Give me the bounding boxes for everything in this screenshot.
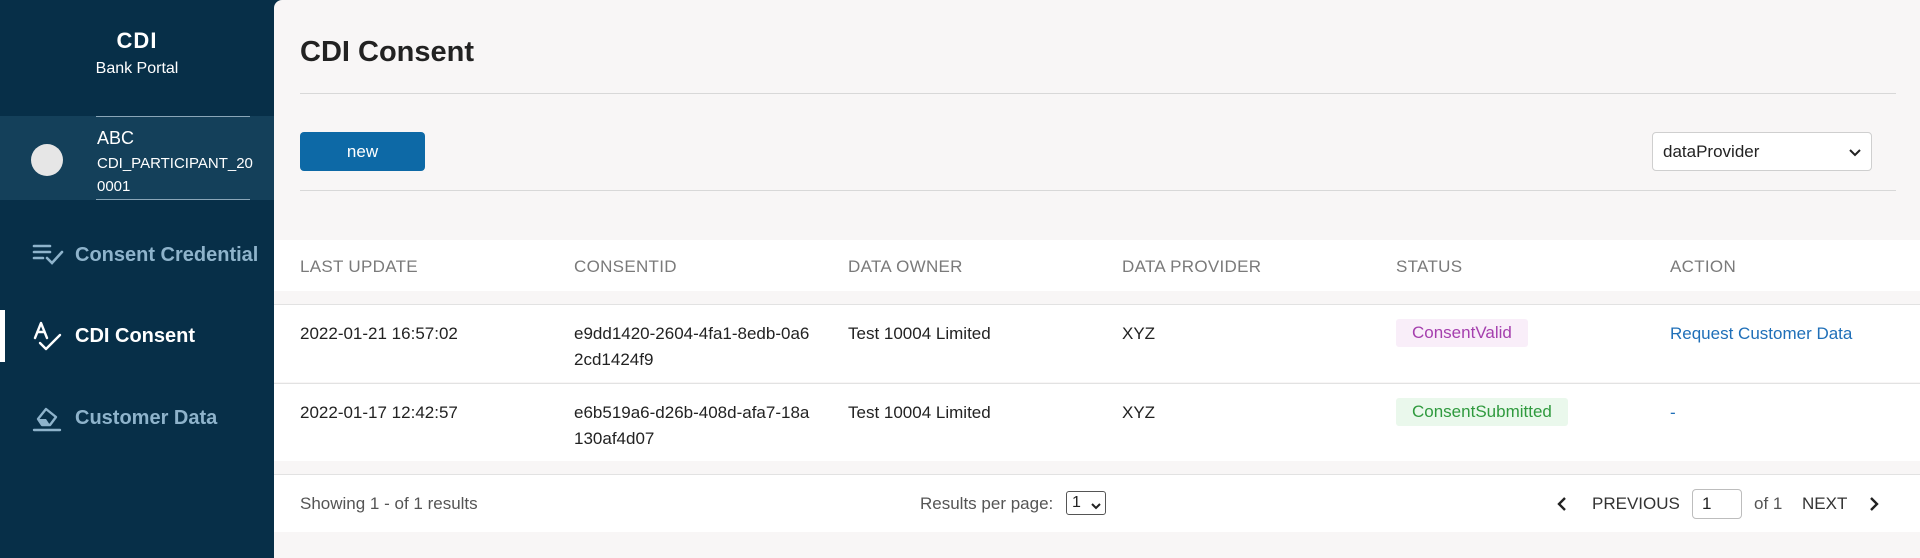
brand-subtitle: Bank Portal <box>95 60 179 77</box>
list-check-icon <box>32 240 64 270</box>
user-name: ABC <box>97 128 135 148</box>
column-header-last-update[interactable]: LAST UPDATE <box>300 257 418 277</box>
page-number-input[interactable]: 1 <box>1692 489 1742 519</box>
results-per-page-select[interactable]: 1 <box>1066 491 1106 515</box>
data-provider-select-value: dataProvider <box>1663 141 1760 161</box>
data-provider-cell: XYZ <box>1122 324 1156 343</box>
active-indicator <box>0 310 5 362</box>
results-summary: Showing 1 - of 1 results <box>300 494 478 513</box>
previous-page-button[interactable]: PREVIOUS <box>1592 494 1680 514</box>
eraser-icon <box>32 403 64 433</box>
column-header-data-owner[interactable]: DATA OWNER <box>848 257 963 277</box>
data-provider-cell: XYZ <box>1122 403 1156 422</box>
brand-title: CDI <box>116 28 158 53</box>
consent-id-cell: e9dd1420-2604-4fa1-8edb-0a62cd1424f9 <box>574 324 810 369</box>
results-per-page-label: Results per page: <box>920 494 1054 513</box>
brand: CDI Bank Portal <box>0 26 274 80</box>
page-title: CDI Consent <box>300 36 474 68</box>
text-check-icon <box>32 321 64 351</box>
chevron-down-icon <box>1847 144 1863 160</box>
status-badge: ConsentSubmitted <box>1396 398 1568 426</box>
sidebar-item-customer-data[interactable]: Customer Data <box>0 390 274 446</box>
next-page-button[interactable]: NEXT <box>1802 494 1847 514</box>
table-row: 2022-01-17 12:42:57 e6b519a6-d26b-408d-a… <box>274 383 1920 461</box>
sidebar-item-label: Customer Data <box>75 407 218 429</box>
chevron-right-icon[interactable] <box>1866 495 1882 513</box>
divider <box>300 190 1896 191</box>
divider <box>300 93 1896 94</box>
sidebar-item-label: Consent Credential <box>75 244 259 266</box>
chevron-left-icon[interactable] <box>1554 495 1570 513</box>
main-content: CDI Consent new dataProvider LAST UPDATE… <box>274 0 1920 558</box>
data-owner-cell: Test 10004 Limited <box>848 403 991 422</box>
participant-id: CDI_PARTICIPANT_200001 <box>97 155 253 195</box>
avatar <box>31 144 63 176</box>
last-update-cell: 2022-01-21 16:57:02 <box>300 324 458 343</box>
chevron-down-icon <box>1090 497 1102 510</box>
divider <box>96 199 250 200</box>
action-cell[interactable]: - <box>1670 400 1676 426</box>
results-per-page-value: 1 <box>1072 494 1081 511</box>
column-header-data-provider[interactable]: DATA PROVIDER <box>1122 257 1261 277</box>
data-owner-cell: Test 10004 Limited <box>848 324 991 343</box>
data-provider-select[interactable]: dataProvider <box>1652 132 1872 171</box>
status-badge: ConsentValid <box>1396 319 1528 347</box>
sidebar: CDI Bank Portal ABC CDI_PARTICIPANT_2000… <box>0 0 274 558</box>
sidebar-item-label: CDI Consent <box>75 325 195 347</box>
table-row: 2022-01-21 16:57:02 e9dd1420-2604-4fa1-8… <box>274 304 1920 382</box>
pagination-footer: Showing 1 - of 1 results Results per pag… <box>274 474 1920 532</box>
table-header: LAST UPDATE CONSENTID DATA OWNER DATA PR… <box>274 240 1920 291</box>
new-button[interactable]: new <box>300 132 425 171</box>
column-header-action[interactable]: ACTION <box>1670 257 1736 277</box>
sidebar-item-cdi-consent[interactable]: CDI Consent <box>0 308 274 364</box>
divider <box>96 116 250 117</box>
last-update-cell: 2022-01-17 12:42:57 <box>300 403 458 422</box>
column-header-consent-id[interactable]: CONSENTID <box>574 257 677 277</box>
sidebar-item-consent-credential[interactable]: Consent Credential <box>0 227 274 283</box>
page-count-label: of 1 <box>1754 494 1783 513</box>
request-customer-data-link[interactable]: Request Customer Data <box>1670 321 1852 347</box>
column-header-status[interactable]: STATUS <box>1396 257 1462 277</box>
user-card[interactable]: ABC CDI_PARTICIPANT_200001 <box>0 116 274 200</box>
consent-id-cell: e6b519a6-d26b-408d-afa7-18a130af4d07 <box>574 403 810 448</box>
